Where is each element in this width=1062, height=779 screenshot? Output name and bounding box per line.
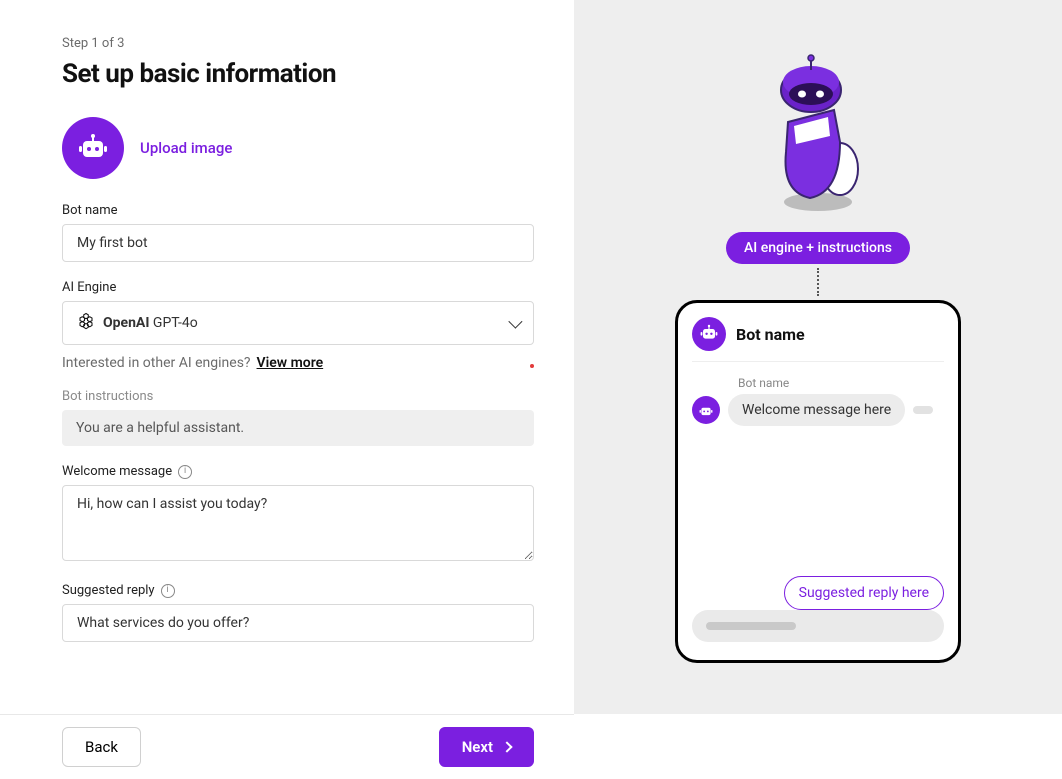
- info-icon[interactable]: i: [161, 584, 175, 598]
- preview-msg-avatar: [692, 396, 720, 424]
- placeholder-stub: [706, 622, 796, 630]
- suggested-reply-label: Suggested reply: [62, 583, 155, 598]
- robot-icon: [78, 133, 108, 163]
- view-more-link[interactable]: View more: [257, 355, 324, 371]
- welcome-message-input[interactable]: [62, 485, 534, 561]
- preview-message-sender: Bot name: [738, 376, 944, 390]
- preview-input-placeholder: [692, 610, 944, 642]
- notification-dot-icon: [530, 364, 534, 368]
- ai-engine-hint: Interested in other AI engines?: [62, 355, 251, 371]
- suggested-reply-input[interactable]: [62, 604, 534, 642]
- next-button-label: Next: [462, 738, 493, 756]
- bot-avatar-placeholder[interactable]: [62, 117, 124, 179]
- ai-engine-provider: OpenAI: [103, 315, 149, 331]
- connector-line: [817, 268, 819, 296]
- step-indicator: Step 1 of 3: [62, 36, 534, 51]
- chevron-right-icon: [501, 741, 512, 752]
- preview-bot-avatar: [692, 317, 726, 351]
- info-icon[interactable]: i: [178, 465, 192, 479]
- preview-suggested-pill: Suggested reply here: [784, 576, 944, 610]
- bot-instructions-display: You are a helpful assistant.: [62, 410, 534, 446]
- bubble-tail-icon: [913, 406, 933, 414]
- ai-engine-select[interactable]: OpenAI GPT-4o: [62, 301, 534, 345]
- next-button[interactable]: Next: [439, 727, 534, 767]
- back-button[interactable]: Back: [62, 727, 141, 767]
- bot-instructions-label: Bot instructions: [62, 389, 534, 404]
- bot-name-input[interactable]: [62, 224, 534, 262]
- robot-icon: [699, 401, 713, 420]
- ai-engine-label: AI Engine: [62, 280, 534, 295]
- robot-illustration: [758, 52, 878, 212]
- robot-icon: [700, 324, 718, 344]
- page-title: Set up basic information: [62, 59, 534, 89]
- chat-preview-card: Bot name Bot name: [675, 300, 961, 663]
- preview-welcome-bubble: Welcome message here: [728, 394, 905, 426]
- openai-icon: [77, 312, 95, 334]
- engine-instructions-pill: AI engine + instructions: [726, 232, 910, 264]
- welcome-message-label: Welcome message: [62, 464, 172, 479]
- preview-header-title: Bot name: [736, 325, 805, 344]
- chevron-down-icon: [508, 315, 522, 329]
- upload-image-link[interactable]: Upload image: [140, 139, 232, 157]
- bot-name-label: Bot name: [62, 203, 534, 218]
